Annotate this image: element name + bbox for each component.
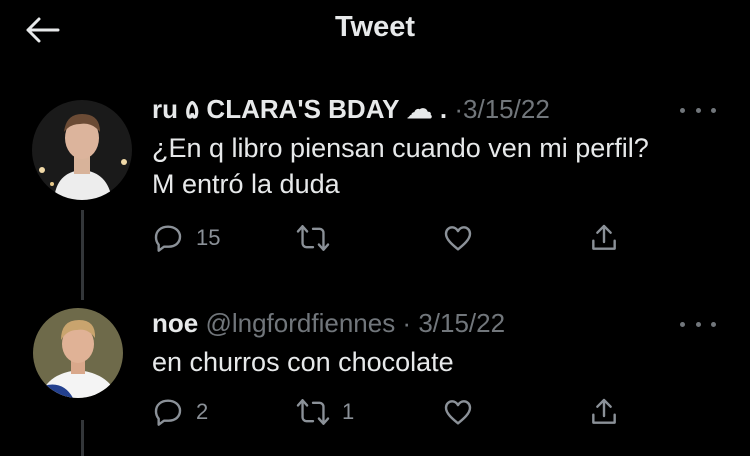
retweet-count: 1 (342, 399, 355, 424)
reply-button[interactable]: 15 (152, 222, 220, 254)
avatar[interactable] (32, 100, 132, 200)
tweet[interactable]: noe @lngfordfiennes · 3/15/22 en churros… (0, 300, 750, 456)
separator: · (454, 94, 464, 124)
share-icon (592, 398, 616, 424)
more-icon (680, 321, 685, 327)
separator: · (395, 308, 419, 338)
reply-icon (154, 399, 182, 426)
reply-button[interactable]: 2 (152, 396, 208, 428)
display-name[interactable]: noe (152, 308, 198, 338)
tweet-actions: 2 1 (152, 396, 632, 432)
thread-line (81, 210, 84, 300)
name-emoji: ☁ . (406, 94, 448, 124)
tweet-actions: 15 (152, 222, 632, 258)
display-name[interactable]: ru ۵ CLARA'S BDAY (152, 94, 399, 124)
tweet-meta: noe @lngfordfiennes · 3/15/22 (152, 306, 730, 340)
tweet-text: en churros con chocolate (152, 344, 730, 380)
retweet-button[interactable]: 1 (296, 396, 354, 428)
more-button[interactable] (680, 102, 716, 118)
reply-icon (154, 225, 182, 252)
retweet-icon (296, 225, 330, 251)
tweet-text-line: en churros con chocolate (152, 347, 454, 377)
tweet-text-line: ¿En q libro piensan cuando ven mi perfil… (152, 133, 649, 163)
more-icon (680, 107, 685, 113)
page-title: Tweet (334, 11, 416, 43)
tweet[interactable]: ru ۵ CLARA'S BDAY ☁ . ·3/15/22 ¿En q lib… (0, 88, 750, 300)
user-handle[interactable]: @lngfordfiennes (205, 308, 395, 338)
share-button[interactable] (588, 396, 620, 428)
thread-line (81, 420, 84, 456)
avatar[interactable] (33, 308, 123, 398)
share-button[interactable] (588, 222, 620, 254)
reply-count: 2 (196, 399, 209, 424)
like-button[interactable] (442, 396, 486, 428)
share-icon (592, 224, 616, 250)
tweet-text-line: M entró la duda (152, 169, 340, 199)
reply-count: 15 (196, 225, 221, 250)
retweet-button[interactable] (296, 222, 342, 254)
tweet-date[interactable]: 3/15/22 (463, 94, 550, 124)
like-icon (444, 400, 472, 425)
tweet-date[interactable]: 3/15/22 (418, 308, 505, 338)
like-icon (444, 226, 472, 251)
tweet-meta: ru ۵ CLARA'S BDAY ☁ . ·3/15/22 (152, 92, 730, 126)
like-button[interactable] (442, 222, 486, 254)
more-button[interactable] (680, 316, 716, 332)
tweet-text: ¿En q libro piensan cuando ven mi perfil… (152, 130, 730, 202)
header: Tweet (0, 0, 750, 60)
retweet-icon (296, 399, 330, 425)
